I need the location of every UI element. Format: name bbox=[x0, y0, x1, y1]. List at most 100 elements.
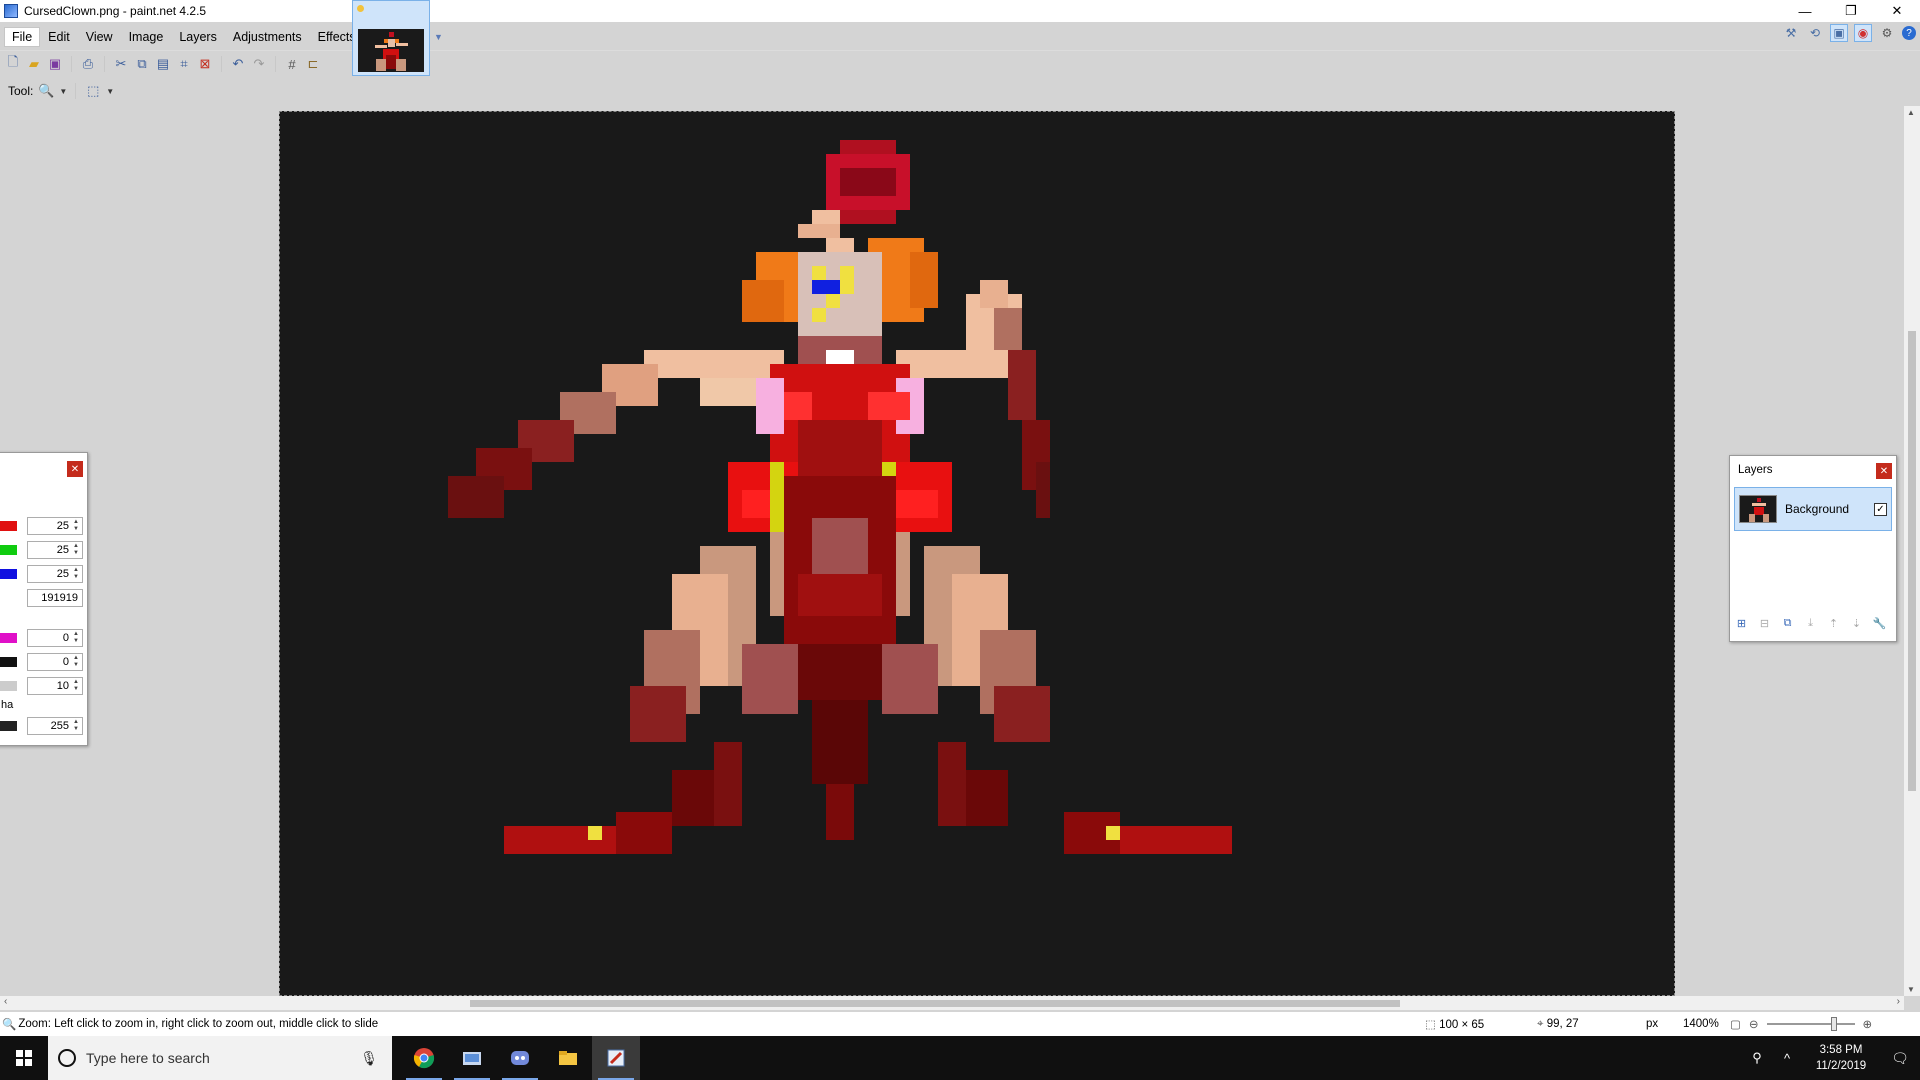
undo-icon[interactable]: ↶ bbox=[229, 55, 247, 73]
layer-item-background[interactable]: Background ✓ bbox=[1734, 487, 1892, 531]
scroll-up-arrow-icon[interactable]: ▲ bbox=[1907, 108, 1915, 117]
vertical-scrollbar[interactable]: ▲ ▼ bbox=[1904, 106, 1920, 996]
zoom-slider[interactable] bbox=[1766, 1017, 1855, 1031]
spinner-arrows-icon[interactable]: ▲ ▼ bbox=[71, 543, 81, 557]
spinner-arrows-icon[interactable]: ▲ ▼ bbox=[71, 519, 81, 533]
add-layer-icon[interactable]: ⊞ bbox=[1734, 616, 1749, 631]
image-size-icon: ⬚ bbox=[1425, 1019, 1436, 1031]
menu-layers[interactable]: Layers bbox=[171, 27, 225, 47]
zoom-icon[interactable]: 🔍 bbox=[37, 82, 55, 100]
spinner-arrows-icon[interactable]: ▲ ▼ bbox=[71, 631, 81, 645]
hex-value-field[interactable]: 191919 bbox=[27, 589, 83, 607]
selection-mode-icon[interactable]: ⬚ bbox=[84, 82, 102, 100]
value-row: 10 ▲ ▼ bbox=[0, 677, 83, 695]
chevron-down-icon[interactable]: ▼ bbox=[59, 87, 67, 96]
restore-button[interactable]: ❐ bbox=[1828, 0, 1874, 22]
crop-icon[interactable]: ⌗ bbox=[175, 55, 193, 73]
layer-visibility-checkbox[interactable]: ✓ bbox=[1874, 502, 1887, 516]
start-button[interactable] bbox=[0, 1036, 48, 1080]
horizontal-scrollbar[interactable]: ‹ › bbox=[0, 996, 1904, 1010]
zoom-level[interactable]: 1400% bbox=[1683, 1018, 1719, 1030]
spinner-arrows-icon[interactable]: ▲ ▼ bbox=[71, 655, 81, 669]
layers-window-icon[interactable]: ▣ bbox=[1830, 24, 1848, 42]
green-value-field[interactable]: 25 ▲ ▼ bbox=[27, 541, 83, 559]
zoom-slider-knob[interactable] bbox=[1830, 1017, 1837, 1031]
open-file-icon[interactable]: ▰ bbox=[25, 55, 43, 73]
menu-image[interactable]: Image bbox=[121, 27, 172, 47]
scroll-down-arrow-icon[interactable]: ▼ bbox=[1907, 985, 1915, 994]
redo-icon[interactable]: ↷ bbox=[250, 55, 268, 73]
saturation-row: 0 ▲ ▼ bbox=[0, 653, 83, 671]
merge-layer-down-icon[interactable]: ⤓ bbox=[1803, 616, 1818, 631]
people-icon[interactable]: ⚲ bbox=[1742, 1050, 1772, 1066]
copy-icon[interactable]: ⧉ bbox=[133, 55, 151, 73]
new-file-icon[interactable]: 🗋 bbox=[4, 54, 22, 73]
image-canvas[interactable] bbox=[279, 111, 1675, 996]
discord-taskbar-icon[interactable] bbox=[496, 1036, 544, 1080]
saturation-value-field[interactable]: 0 ▲ ▼ bbox=[27, 653, 83, 671]
tools-window-icon[interactable]: ⚒ bbox=[1782, 24, 1800, 42]
menu-adjustments[interactable]: Adjustments bbox=[225, 27, 310, 47]
art-pixel-block bbox=[994, 686, 1050, 742]
move-layer-up-icon[interactable]: ⇡ bbox=[1826, 616, 1841, 631]
taskbar-clock[interactable]: 3:58 PM 11/2/2019 bbox=[1802, 1042, 1880, 1074]
zoom-out-icon[interactable]: ⊖ bbox=[1749, 1017, 1759, 1031]
menu-file[interactable]: File bbox=[4, 27, 41, 47]
spinner-arrows-icon[interactable]: ▲ ▼ bbox=[71, 679, 81, 693]
help-icon[interactable]: ? bbox=[1902, 26, 1916, 40]
print-icon[interactable]: ⎙ bbox=[79, 55, 97, 73]
menu-edit[interactable]: Edit bbox=[40, 27, 78, 47]
value-value-field[interactable]: 10 ▲ ▼ bbox=[27, 677, 83, 695]
scroll-right-arrow-icon[interactable]: › bbox=[1897, 996, 1900, 1007]
duplicate-layer-icon[interactable]: ⧉ bbox=[1780, 616, 1795, 631]
taskbar-search-box[interactable]: Type here to search 🎙 bbox=[48, 1036, 392, 1080]
canvas-workspace[interactable] bbox=[0, 106, 1904, 996]
delete-layer-icon[interactable]: ⊟ bbox=[1757, 616, 1772, 631]
minimize-button[interactable]: — bbox=[1782, 0, 1828, 22]
alpha-value-field[interactable]: 255 ▲ ▼ bbox=[27, 717, 83, 735]
action-center-icon[interactable]: 🗨 bbox=[1880, 1050, 1920, 1067]
paste-icon[interactable]: ▤ bbox=[154, 55, 172, 73]
paintnet-taskbar-icon[interactable] bbox=[592, 1036, 640, 1080]
horizontal-scroll-thumb[interactable] bbox=[470, 1000, 1400, 1007]
grid-icon[interactable]: # bbox=[283, 55, 301, 73]
close-icon[interactable]: ✕ bbox=[1876, 463, 1892, 479]
settings-gear-icon[interactable]: ⚙ bbox=[1878, 24, 1896, 42]
spinner-arrows-icon[interactable]: ▲ ▼ bbox=[71, 719, 81, 733]
chrome-taskbar-icon[interactable] bbox=[400, 1036, 448, 1080]
file-explorer-taskbar-icon[interactable] bbox=[544, 1036, 592, 1080]
file-manager-taskbar-icon[interactable] bbox=[448, 1036, 496, 1080]
image-tab-cursedclown[interactable] bbox=[352, 0, 430, 76]
tab-overflow-chevron-icon[interactable]: ▼ bbox=[434, 32, 443, 42]
hue-value-field[interactable]: 0 ▲ ▼ bbox=[27, 629, 83, 647]
save-icon[interactable]: ▣ bbox=[46, 55, 64, 73]
image-thumbnail bbox=[358, 29, 424, 72]
rulers-icon[interactable]: ⊏ bbox=[304, 55, 322, 73]
layers-panel: Layers ✕ Background ✓ ⊞ ⊟ ⧉ ⤓ ⇡ ⇣ 🔧 bbox=[1729, 455, 1897, 642]
red-value-field[interactable]: 25 ▲ ▼ bbox=[27, 517, 83, 535]
spinner-arrows-icon[interactable]: ▲ ▼ bbox=[71, 567, 81, 581]
chevron-down-icon[interactable]: ▼ bbox=[106, 87, 114, 96]
scroll-left-arrow-icon[interactable]: ‹ bbox=[4, 996, 7, 1007]
hex-swatch bbox=[0, 593, 17, 603]
blue-channel-swatch bbox=[0, 569, 17, 579]
cut-icon[interactable]: ✂ bbox=[112, 55, 130, 73]
menu-view[interactable]: View bbox=[78, 27, 121, 47]
close-icon[interactable]: ✕ bbox=[67, 461, 83, 477]
deselect-icon[interactable]: ⊠ bbox=[196, 55, 214, 73]
art-pixel-block bbox=[910, 252, 938, 308]
show-hidden-icons-chevron-icon[interactable]: ^ bbox=[1772, 1051, 1802, 1066]
colors-window-icon[interactable]: ◉ bbox=[1854, 24, 1872, 42]
microphone-icon[interactable]: 🎙 bbox=[360, 1050, 378, 1067]
zoom-in-icon[interactable]: ⊕ bbox=[1863, 1017, 1873, 1031]
art-pixel-block bbox=[826, 350, 854, 364]
layer-properties-icon[interactable]: 🔧 bbox=[1872, 616, 1887, 631]
blue-value-field[interactable]: 25 ▲ ▼ bbox=[27, 565, 83, 583]
move-layer-down-icon[interactable]: ⇣ bbox=[1849, 616, 1864, 631]
units-selector[interactable]: px bbox=[1646, 1018, 1658, 1030]
vertical-scroll-thumb[interactable] bbox=[1908, 331, 1916, 791]
close-window-button[interactable]: ✕ bbox=[1874, 0, 1920, 22]
zoom-to-window-icon[interactable]: ▢ bbox=[1730, 1017, 1741, 1031]
green-value-text: 25 bbox=[56, 544, 69, 556]
history-window-icon[interactable]: ⟲ bbox=[1806, 24, 1824, 42]
